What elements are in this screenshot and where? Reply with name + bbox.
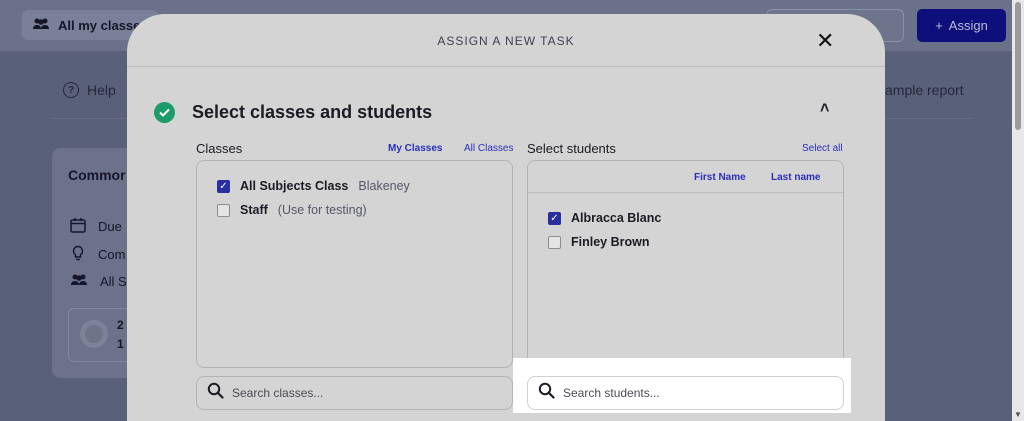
checkmark-circle-icon bbox=[154, 102, 175, 123]
checkbox-checked[interactable]: ✓ bbox=[548, 211, 561, 225]
comment-row: Com bbox=[70, 245, 125, 264]
users-icon bbox=[32, 18, 50, 33]
close-icon[interactable]: ✕ bbox=[816, 28, 834, 54]
class-name: All Subjects Class bbox=[240, 179, 349, 193]
due-label: Due bbox=[98, 219, 122, 234]
all-subjects-row: All Su bbox=[70, 274, 134, 289]
scrollbar-thumb[interactable] bbox=[1015, 2, 1021, 130]
class-note: (Use for testing) bbox=[277, 203, 367, 217]
sample-report-link[interactable]: ample report bbox=[885, 82, 964, 98]
progress-count: 2 bbox=[117, 318, 124, 332]
sort-last-name[interactable]: Last name bbox=[771, 172, 820, 183]
chevron-up-icon[interactable]: ˄ bbox=[820, 100, 829, 118]
tab-all-classes[interactable]: All Classes bbox=[464, 143, 513, 154]
student-item[interactable]: ✓ Albracca Blanc bbox=[548, 211, 661, 225]
help-link[interactable]: ? Help bbox=[63, 82, 116, 98]
class-search[interactable] bbox=[196, 376, 513, 410]
sort-first-name[interactable]: First Name bbox=[694, 172, 746, 183]
lightbulb-icon bbox=[70, 245, 86, 264]
search-icon bbox=[538, 382, 555, 404]
modal-title: ASSIGN A NEW TASK bbox=[437, 34, 575, 48]
student-item[interactable]: Finley Brown bbox=[548, 235, 649, 249]
help-icon: ? bbox=[63, 82, 79, 98]
checkbox-unchecked[interactable] bbox=[548, 235, 561, 249]
classes-label: Classes bbox=[196, 141, 243, 156]
students-label: Select students bbox=[527, 141, 616, 156]
due-row: Due bbox=[70, 217, 122, 236]
progress-total: 1 bbox=[117, 337, 124, 351]
users-icon bbox=[70, 274, 88, 289]
checkbox-checked[interactable]: ✓ bbox=[217, 179, 230, 193]
search-classes-input[interactable] bbox=[232, 386, 492, 400]
assign-button[interactable]: + Assign bbox=[917, 9, 1006, 42]
task-card-title: Commor bbox=[68, 167, 126, 183]
class-item[interactable]: ✓ All Subjects Class Blakeney bbox=[217, 179, 410, 193]
section-title: Select classes and students bbox=[192, 102, 433, 122]
assign-label: Assign bbox=[948, 18, 988, 33]
class-name: Staff bbox=[240, 203, 268, 217]
help-label: Help bbox=[87, 82, 116, 98]
tab-my-classes[interactable]: My Classes bbox=[388, 143, 442, 154]
class-item[interactable]: Staff (Use for testing) bbox=[217, 203, 367, 217]
student-search[interactable] bbox=[527, 376, 844, 410]
checkbox-unchecked[interactable] bbox=[217, 203, 230, 217]
progress-ring bbox=[80, 320, 108, 348]
search-icon bbox=[207, 382, 224, 404]
class-teacher: Blakeney bbox=[358, 179, 410, 193]
student-name: Finley Brown bbox=[571, 235, 650, 249]
scroll-down-arrow-icon[interactable]: ▼ bbox=[1014, 410, 1022, 419]
student-name: Albracca Blanc bbox=[571, 211, 662, 225]
modal-divider bbox=[127, 66, 885, 67]
calendar-icon bbox=[70, 217, 86, 236]
students-header-divider bbox=[528, 192, 843, 193]
search-students-input[interactable] bbox=[563, 386, 823, 400]
plus-icon: + bbox=[935, 18, 943, 33]
comment-label: Com bbox=[98, 247, 126, 262]
select-all-link[interactable]: Select all bbox=[802, 143, 843, 154]
